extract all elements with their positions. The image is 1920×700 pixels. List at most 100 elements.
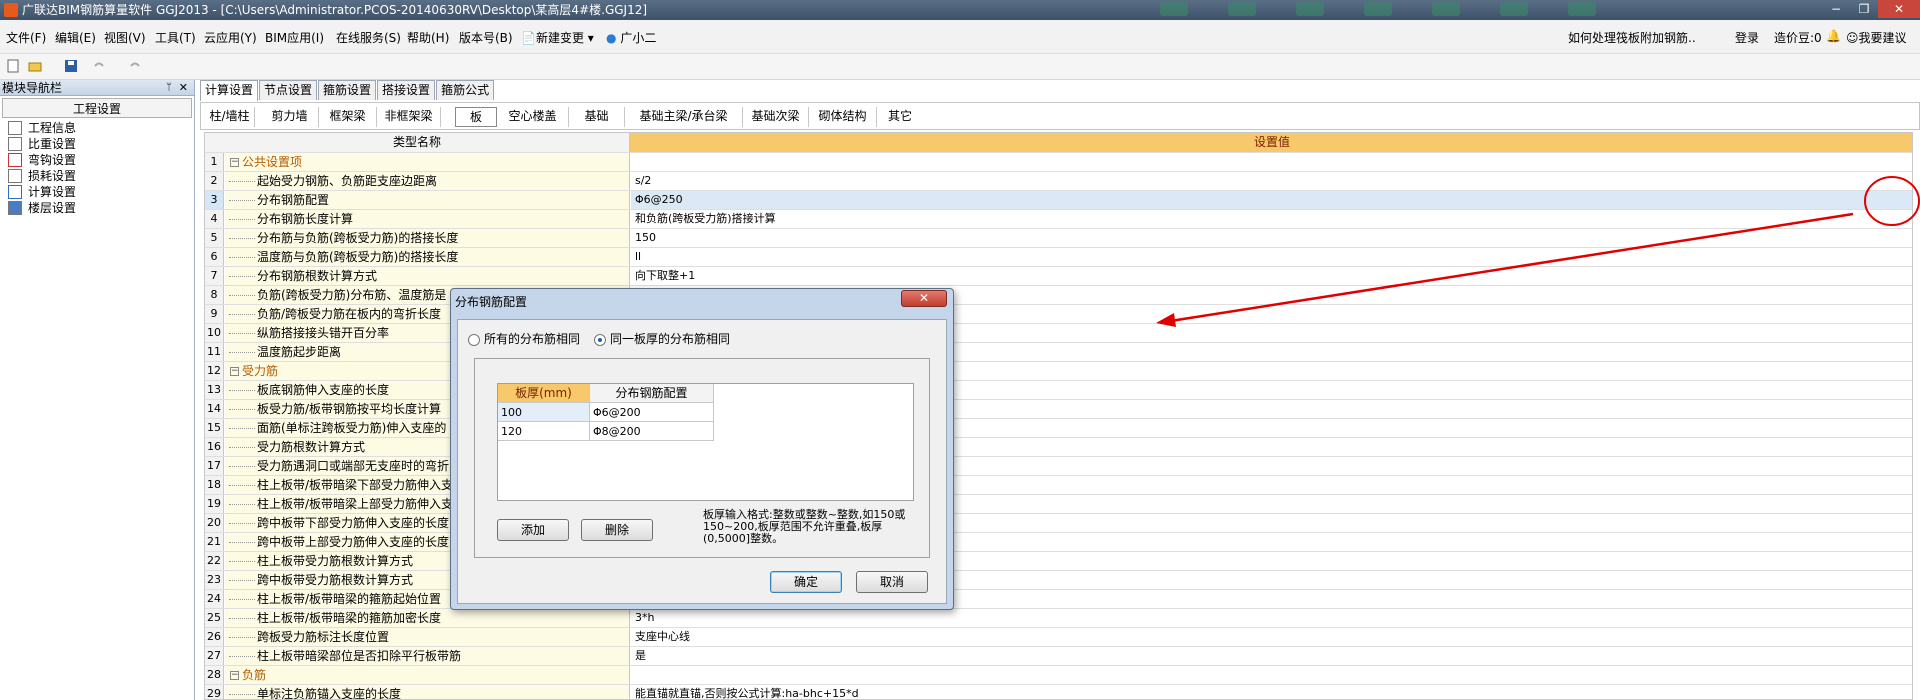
setting-value-cell[interactable]: s/2 — [631, 172, 1912, 191]
table-row[interactable]: 3 分布钢筋配置 Φ6@250 — [205, 190, 1912, 210]
setting-value-cell[interactable]: 150 — [631, 229, 1912, 248]
nav-label: 楼层设置 — [28, 201, 77, 215]
menu-edit[interactable]: 编辑(E) — [55, 29, 96, 46]
module-nav-header: 模块导航栏 ᛘ ✕ — [0, 80, 194, 96]
table-row[interactable]: 2 起始受力钢筋、负筋距支座边距离 s/2 — [205, 171, 1912, 191]
close-button[interactable]: ✕ — [1878, 0, 1920, 18]
setting-name-label: 柱上板带/板带暗梁的箍筋加密长度 — [257, 611, 442, 625]
tree-indent-line — [229, 656, 255, 657]
menu-view[interactable]: 视图(V) — [104, 29, 146, 46]
config-group-box: 板厚(mm) 分布钢筋配置 100 Φ6@200 120 Φ8@200 添加 删… — [474, 358, 930, 558]
subtab-other[interactable]: 其它 — [877, 107, 923, 127]
row-number: 19 — [205, 495, 224, 514]
table-row[interactable]: 25 柱上板带/板带暗梁的箍筋加密长度 3*h — [205, 608, 1912, 628]
subtab-foundation-sub-beam[interactable]: 基础次梁 — [743, 107, 809, 127]
setting-value-cell[interactable]: 支座中心线 — [631, 628, 1912, 647]
subtab-masonry[interactable]: 砌体结构 — [809, 107, 877, 127]
minimize-button[interactable]: − — [1822, 0, 1850, 18]
subtab-slab[interactable]: 板 — [455, 107, 497, 127]
tree-indent-line — [229, 694, 255, 695]
menu-bim[interactable]: BIM应用(I) — [265, 29, 324, 46]
tab-calc-settings[interactable]: 计算设置 — [200, 80, 259, 101]
collapse-icon[interactable]: − — [230, 367, 239, 376]
table-row[interactable]: 26 跨板受力筋标注长度位置 支座中心线 — [205, 627, 1912, 647]
setting-name-label: 分布钢筋根数计算方式 — [257, 269, 378, 283]
menu-help[interactable]: 帮助(H) — [407, 29, 449, 46]
open-folder-icon[interactable] — [28, 59, 42, 73]
setting-value-cell[interactable] — [631, 153, 1912, 172]
suggest-link[interactable]: ☺我要建议 — [1846, 29, 1907, 46]
table-row[interactable]: 29 单标注负筋锚入支座的长度 能直锚就直锚,否则按公式计算:ha-bhc+15*d — [205, 684, 1912, 699]
menu-file[interactable]: 文件(F) — [6, 29, 46, 46]
setting-name-cell: 温度筋与负筋(跨板受力筋)的搭接长度 — [225, 248, 630, 267]
cell-config[interactable]: Φ8@200 — [590, 422, 714, 441]
setting-value-cell[interactable] — [631, 666, 1912, 685]
nav-item-hook[interactable]: 弯钩设置 — [0, 152, 194, 168]
table-row[interactable]: 5 分布筋与负筋(跨板受力筋)的搭接长度 150 — [205, 228, 1912, 248]
nav-item-project-info[interactable]: 工程信息 — [0, 120, 194, 136]
collapse-icon[interactable]: − — [230, 158, 239, 167]
subtab-foundation[interactable]: 基础 — [569, 107, 625, 127]
table-row[interactable]: 27 柱上板带暗梁部位是否扣除平行板带筋 是 — [205, 646, 1912, 666]
menu-version[interactable]: 版本号(B) — [459, 29, 513, 46]
setting-value-cell[interactable]: 是 — [631, 647, 1912, 666]
dialog-close-button[interactable]: ✕ — [901, 290, 947, 307]
setting-name-label: 温度筋起步距离 — [257, 345, 342, 359]
setting-value-cell[interactable]: Φ6@250 — [631, 191, 1912, 210]
add-button[interactable]: 添加 — [497, 519, 569, 541]
subtab-foundation-main-beam[interactable]: 基础主梁/承台梁 — [625, 107, 743, 127]
cell-config[interactable]: Φ6@200 — [590, 403, 714, 422]
setting-value-cell[interactable]: 3*h — [631, 609, 1912, 628]
login-link[interactable]: 登录 — [1735, 29, 1759, 46]
notification-icon[interactable]: 🔔 — [1826, 29, 1841, 43]
cancel-button[interactable]: 取消 — [856, 571, 928, 593]
setting-value-cell[interactable]: 能直锚就直锚,否则按公式计算:ha-bhc+15*d — [631, 685, 1912, 699]
subtab-hollow-floor[interactable]: 空心楼盖 — [497, 107, 569, 127]
close-icon[interactable]: ✕ — [179, 80, 188, 96]
menu-cloud[interactable]: 云应用(Y) — [204, 29, 257, 46]
setting-name-label: 公共设置项 — [242, 155, 303, 169]
subtab-shear-wall[interactable]: 剪力墙 — [261, 107, 319, 127]
new-file-icon[interactable] — [6, 59, 20, 73]
table-row[interactable]: 1− 公共设置项 — [205, 152, 1912, 172]
ok-button[interactable]: 确定 — [770, 571, 842, 593]
redo-icon[interactable] — [128, 59, 142, 73]
menu-assistant[interactable]: ● 广小二 — [606, 29, 656, 46]
setting-value-cell[interactable]: 向下取整+1 — [631, 267, 1912, 286]
pin-icon[interactable]: ᛘ — [166, 80, 172, 96]
suggest-label: 我要建议 — [1858, 31, 1907, 45]
section-project-settings[interactable]: 工程设置 — [2, 98, 192, 118]
nav-item-loss[interactable]: 损耗设置 — [0, 168, 194, 184]
subtab-frame-beam[interactable]: 框架梁 — [319, 107, 377, 127]
tab-stirrup-settings[interactable]: 箍筋设置 — [318, 80, 377, 100]
cell-thickness[interactable]: 100 — [498, 403, 590, 422]
table-row[interactable]: 6 温度筋与负筋(跨板受力筋)的搭接长度 ll — [205, 247, 1912, 267]
restore-button[interactable]: ❐ — [1850, 0, 1878, 18]
table-row[interactable]: 7 分布钢筋根数计算方式 向下取整+1 — [205, 266, 1912, 286]
subtab-non-frame-beam[interactable]: 非框架梁 — [377, 107, 441, 127]
undo-icon[interactable] — [92, 59, 106, 73]
menu-tools[interactable]: 工具(T) — [155, 29, 196, 46]
menu-new-change[interactable]: 📄新建变更 ▾ — [521, 29, 594, 46]
nav-item-calc[interactable]: 计算设置 — [0, 184, 194, 200]
save-icon[interactable] — [64, 59, 78, 73]
distribution-rebar-dialog: 分布钢筋配置 ✕ 所有的分布筋相同 同一板厚的分布筋相同 板厚(mm) 分布钢筋… — [450, 288, 954, 610]
nav-item-floors[interactable]: 楼层设置 — [0, 200, 194, 216]
subtab-column[interactable]: 柱/墙柱 — [205, 107, 255, 127]
nav-item-density[interactable]: 比重设置 — [0, 136, 194, 152]
cell-thickness[interactable]: 120 — [498, 422, 590, 441]
tree-indent-line — [229, 618, 255, 619]
setting-value-cell[interactable]: ll — [631, 248, 1912, 267]
menu-online[interactable]: 在线服务(S) — [336, 29, 401, 46]
radio-same-thickness[interactable]: 同一板厚的分布筋相同 — [594, 330, 730, 346]
help-question-link[interactable]: 如何处理筏板附加钢筋.. — [1568, 29, 1696, 46]
radio-all-same[interactable]: 所有的分布筋相同 — [468, 330, 580, 346]
delete-button[interactable]: 删除 — [581, 519, 653, 541]
tab-node-settings[interactable]: 节点设置 — [259, 80, 318, 100]
table-row[interactable]: 4 分布钢筋长度计算 和负筋(跨板受力筋)搭接计算 — [205, 209, 1912, 229]
setting-value-cell[interactable]: 和负筋(跨板受力筋)搭接计算 — [631, 210, 1912, 229]
tab-lap-settings[interactable]: 搭接设置 — [377, 80, 436, 100]
collapse-icon[interactable]: − — [230, 671, 239, 680]
tab-stirrup-formula[interactable]: 箍筋公式 — [436, 80, 495, 100]
table-row[interactable]: 28− 负筋 — [205, 665, 1912, 685]
